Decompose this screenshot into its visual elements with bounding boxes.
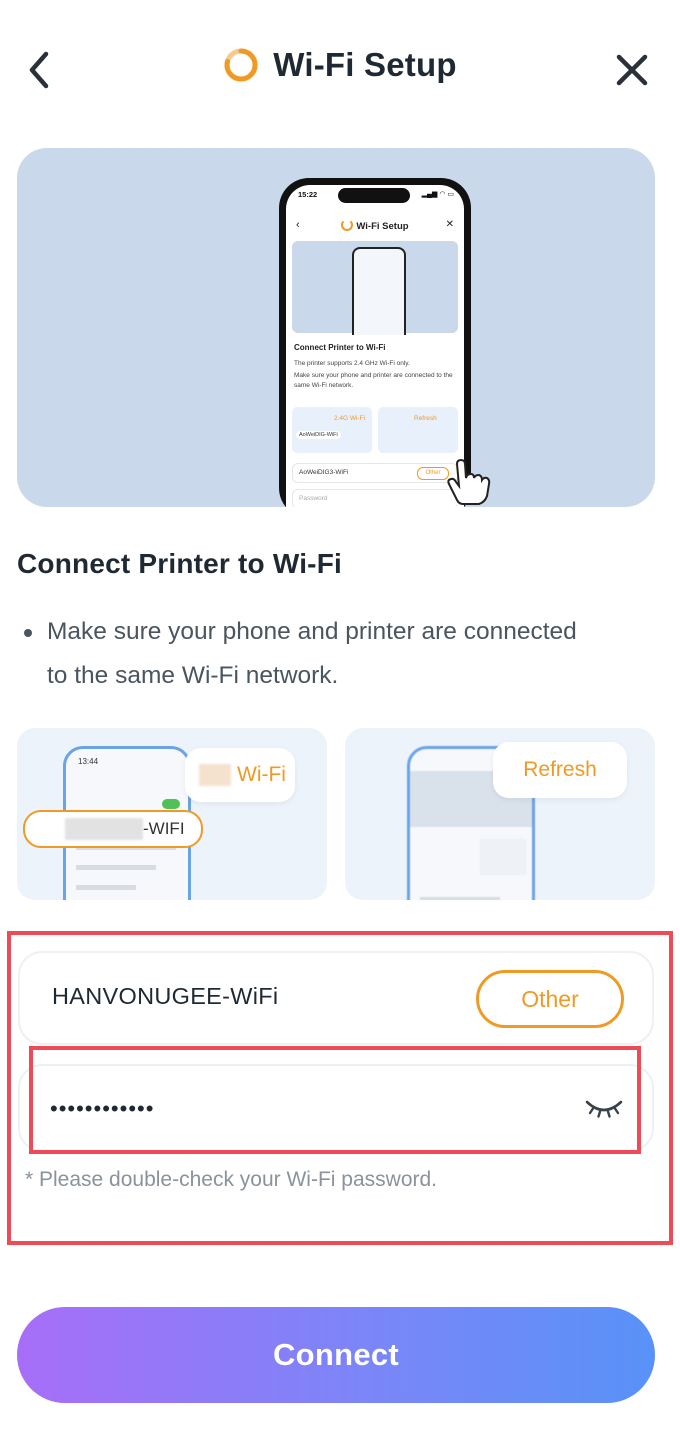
tip-phone-toggle [162,799,180,809]
wifi-setup-page: Wi-Fi Setup 15:22 ▂▄▆ ◠ ▭ ‹ Wi-Fi Setup … [0,0,680,1450]
close-button[interactable] [612,50,652,90]
phone-ssid-text: AoWeiDIG3-WiFi [299,469,349,476]
tip-wifi-pill: -WIFI [23,810,203,848]
blurred-ssid [65,818,143,840]
phone-card-refresh-label: Refresh [414,415,437,422]
phone-card-wifi-label: 2.4G Wi-Fi [334,415,366,422]
illustration-phone-screen: 15:22 ▂▄▆ ◠ ▭ ‹ Wi-Fi Setup ✕ Connect Pr… [286,185,464,507]
tip-phone-row [420,897,500,900]
tap-hand-icon [447,458,491,505]
phone-hero-mini-phone [352,247,406,335]
ring-logo-icon [224,48,258,82]
tip-bubble-refresh: Refresh [493,742,627,798]
phone-status-time: 15:22 [298,190,318,199]
phone-card-wifi-item: AoWeiDIG-WiFi [296,431,341,439]
phone-hero-image [292,241,458,335]
tip-phone-time: 13:44 [78,757,99,766]
connect-button[interactable]: Connect [17,1307,655,1403]
phone-bullet-2: Make sure your phone and printer are con… [294,372,453,389]
tip-wifi-pill-label: -WIFI [143,819,185,838]
top-bar: Wi-Fi Setup [0,0,680,140]
blurred-text [199,764,231,786]
tip-card-refresh: Refresh [345,728,655,900]
phone-card-wifi: 2.4G Wi-Fi AoWeiDIG-WiFi [292,407,372,453]
tip-bubble-wifi-label: Wi-Fi [237,763,286,786]
phone-card-refresh: Refresh [378,407,458,453]
section-title: Connect Printer to Wi-Fi [17,548,342,579]
phone-title-text: Wi-Fi Setup [356,221,409,232]
tip-phone-box [480,839,526,875]
page-title-wrap: Wi-Fi Setup [0,46,680,94]
highlight-frame-password [29,1046,641,1154]
phone-logo-icon [341,219,354,231]
page-title: Wi-Fi Setup [273,46,457,83]
phone-password-field: Password [292,489,458,507]
phone-heading: Connect Printer to Wi-Fi [294,343,386,352]
hero-illustration: 15:22 ▂▄▆ ◠ ▭ ‹ Wi-Fi Setup ✕ Connect Pr… [17,148,655,507]
phone-status-icons: ▂▄▆ ◠ ▭ [421,191,454,198]
phone-title: Wi-Fi Setup [286,219,464,232]
phone-close-icon: ✕ [445,219,454,230]
phone-dynamic-island [338,188,410,203]
bullet-dot [24,629,32,637]
tip-phone-row [76,865,156,870]
instruction-bullet-text: Make sure your phone and printer are con… [47,618,577,689]
phone-ssid-field: AoWeiDIG3-WiFi Other [292,463,458,483]
tip-bubble-wifi: Wi-Fi [185,748,295,802]
tip-phone-row [76,885,136,890]
close-icon [616,54,648,86]
phone-bullet-1: The printer supports 2.4 GHz Wi-Fi only. [294,360,410,367]
